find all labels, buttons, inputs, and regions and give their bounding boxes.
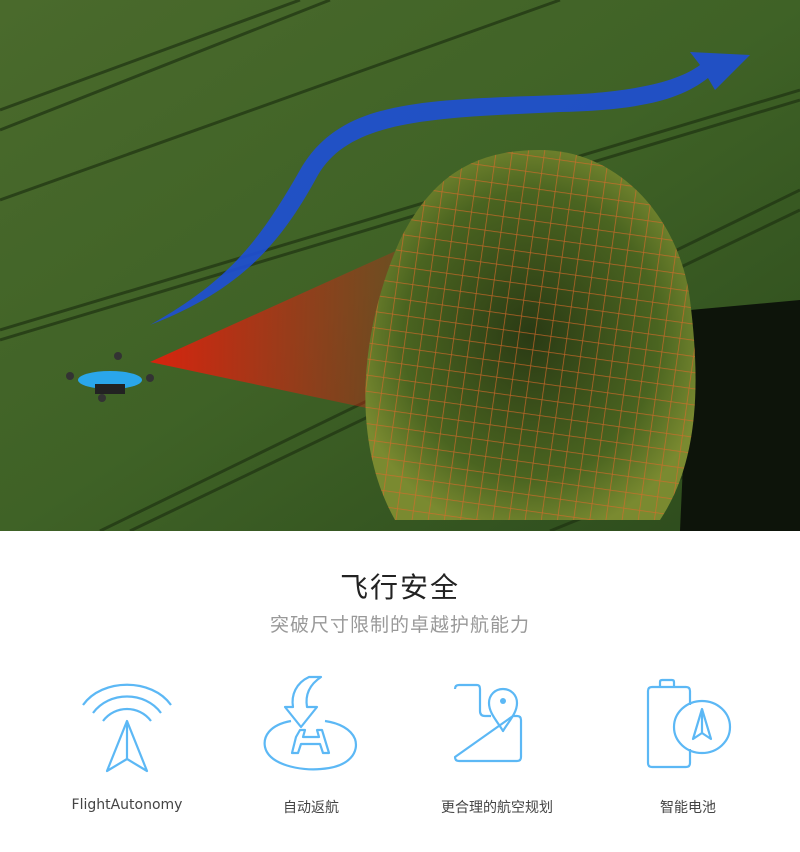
feature-route-planning: 更合理的航空规划 <box>407 675 587 817</box>
feature-label: 自动返航 <box>283 800 339 816</box>
return-home-icon <box>263 675 358 771</box>
hero-image <box>0 0 800 531</box>
feature-flight-autonomy: FlightAutonomy <box>37 675 217 813</box>
route-planning-icon <box>453 683 523 763</box>
feature-label: FlightAutonomy <box>71 797 183 813</box>
smart-battery-icon <box>646 678 732 769</box>
feature-label: 智能电池 <box>660 800 716 816</box>
flight-autonomy-icon <box>82 683 172 773</box>
feature-smart-battery: 智能电池 <box>598 675 778 817</box>
tree-shadow <box>680 300 800 531</box>
feature-label: 更合理的航空规划 <box>441 800 553 816</box>
section-title: 飞行安全 <box>339 571 460 604</box>
section-subtitle: 突破尺寸限制的卓越护航能力 <box>269 614 530 636</box>
feature-return-home: 自动返航 <box>221 675 401 817</box>
